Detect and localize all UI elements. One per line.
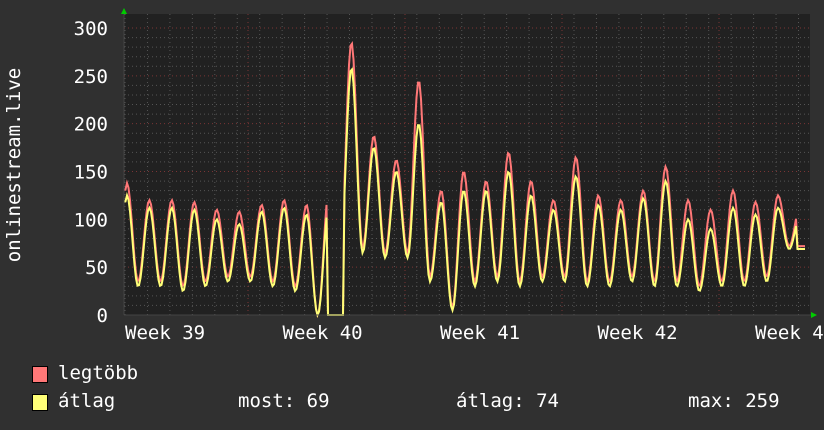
stat-max: max: 259 — [688, 390, 780, 412]
y-tick-label: 250 — [74, 66, 108, 88]
y-tick-label: 150 — [74, 162, 108, 184]
y-tick-label: 300 — [74, 18, 108, 40]
y-tick-label: 200 — [74, 114, 108, 136]
y-tick-label: 50 — [85, 257, 108, 279]
y-axis-arrow-icon — [121, 8, 127, 14]
stat-avg: átlag: 74 — [456, 390, 559, 412]
stat-now: most: 69 — [238, 390, 330, 412]
y-axis-title: onlinestream.live — [3, 67, 25, 263]
x-tick-label: Week 41 — [440, 322, 520, 344]
legend-swatch-max — [32, 366, 48, 383]
legend-label-avg: átlag — [58, 390, 116, 412]
x-axis-arrow-icon — [811, 312, 817, 318]
legend-swatch-avg — [32, 394, 48, 411]
y-tick-label: 100 — [74, 209, 108, 231]
plot-area — [124, 14, 810, 315]
x-tick-label: Week 4 — [755, 322, 824, 344]
legend-label-max: legtöbb — [58, 362, 139, 384]
x-tick-label: Week 42 — [598, 322, 678, 344]
y-tick-label: 0 — [97, 305, 108, 327]
x-tick-label: Week 40 — [283, 322, 363, 344]
x-tick-label: Week 39 — [125, 322, 205, 344]
